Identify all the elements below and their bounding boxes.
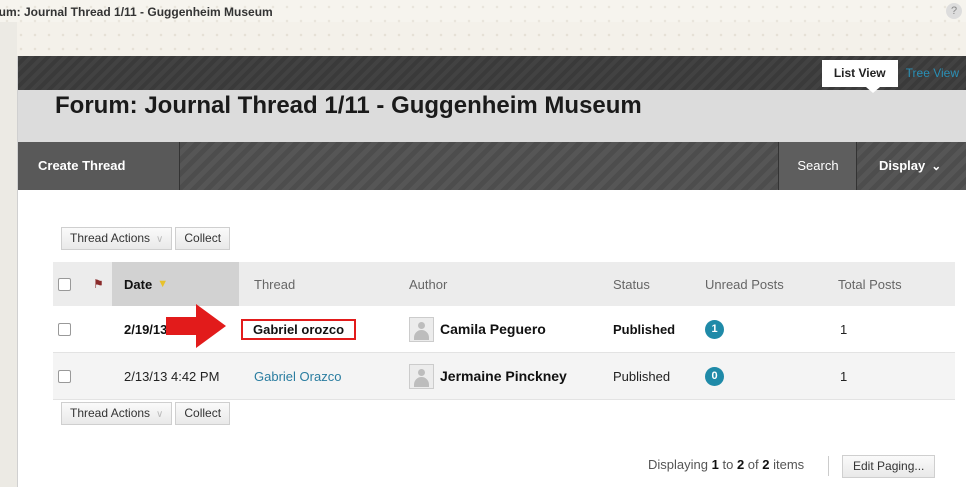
collect-button[interactable]: Collect xyxy=(175,227,231,250)
unread-badge[interactable]: 1 xyxy=(705,319,724,339)
paging-from: 1 xyxy=(711,457,719,472)
row-thread: Gabriel orozco xyxy=(241,306,357,352)
paging-summary: Displaying 1 to 2 of 2 items xyxy=(648,457,804,472)
help-icon[interactable]: ? xyxy=(946,3,962,19)
thread-actions-label: Thread Actions xyxy=(70,406,151,420)
action-toolbar: Create Thread Search Display ⌄ xyxy=(18,142,966,190)
thread-column-header[interactable]: Thread xyxy=(254,262,295,306)
flag-icon[interactable]: ⚑ xyxy=(93,277,104,291)
window-title-bar: rum: Journal Thread 1/11 - Guggenheim Mu… xyxy=(0,0,966,22)
unread-badge[interactable]: 0 xyxy=(705,366,724,386)
edit-paging-button[interactable]: Edit Paging... xyxy=(842,455,936,478)
row-author: Camila Peguero xyxy=(409,306,546,352)
header-band: List View Tree View xyxy=(18,56,966,93)
date-column-header[interactable]: Date ▼ xyxy=(112,262,239,306)
display-menu-button[interactable]: Display ⌄ xyxy=(856,142,966,190)
paging-total: 2 xyxy=(762,457,770,472)
row-unread: 0 xyxy=(705,353,724,399)
tab-tree-view[interactable]: Tree View xyxy=(898,60,966,87)
row-status: Published xyxy=(613,306,675,352)
row-date: 2/13/13 4:42 PM xyxy=(124,353,219,399)
row-total: 1 xyxy=(840,321,848,337)
row-checkbox-cell xyxy=(58,306,71,352)
paging-items-word: items xyxy=(773,457,805,472)
author-column-header[interactable]: Author xyxy=(409,262,447,306)
avatar xyxy=(409,316,434,342)
red-arrow-annotation xyxy=(166,304,226,348)
search-button[interactable]: Search xyxy=(778,142,857,190)
thread-actions-button[interactable]: Thread Actions ∨ xyxy=(61,227,173,250)
thread-link[interactable]: Gabriel orozco xyxy=(241,318,357,340)
grid-header: ⚑ Date ▼ Thread Author Status Unread Pos… xyxy=(53,262,955,306)
create-thread-button[interactable]: Create Thread xyxy=(18,142,180,190)
paging-prefix: Displaying xyxy=(648,457,708,472)
header-checkbox-cell xyxy=(58,262,71,306)
row-author: Jermaine Pinckney xyxy=(409,353,567,399)
table-row[interactable]: 2/13/13 4:42 PM Gabriel Orazco Jermaine … xyxy=(53,353,955,400)
row-checkbox[interactable] xyxy=(58,369,71,383)
display-label: Display xyxy=(879,158,926,173)
view-tabs: List View Tree View xyxy=(821,60,966,93)
row-unread: 1 xyxy=(705,306,724,352)
select-all-checkbox[interactable] xyxy=(58,277,71,291)
thread-link[interactable]: Gabriel Orazco xyxy=(254,369,341,384)
total-column-header[interactable]: Total Posts xyxy=(838,262,902,306)
chevron-down-icon: ⌄ xyxy=(931,159,942,173)
window-title: rum: Journal Thread 1/11 - Guggenheim Mu… xyxy=(0,5,273,19)
forum-header: List View Tree View Forum: Journal Threa… xyxy=(18,56,966,142)
date-text: 2/13/13 4:42 PM xyxy=(124,368,220,384)
author-name[interactable]: Camila Peguero xyxy=(440,321,546,337)
unread-column-header[interactable]: Unread Posts xyxy=(705,262,784,306)
left-scroll-strip xyxy=(0,22,17,487)
status-text: Published xyxy=(613,368,671,384)
row-status: Published xyxy=(613,353,670,399)
paging-of-word: of xyxy=(747,457,759,472)
sort-down-icon: ▼ xyxy=(157,278,169,290)
thread-actions-label: Thread Actions xyxy=(70,231,151,245)
double-chevron-icon: ∨ xyxy=(156,409,164,420)
status-text: Published xyxy=(613,321,676,337)
collect-button[interactable]: Collect xyxy=(175,402,231,425)
page-title: Forum: Journal Thread 1/11 - Guggenheim … xyxy=(55,92,642,119)
tab-list-view[interactable]: List View xyxy=(821,60,898,93)
paging-to-word: to xyxy=(722,457,734,472)
row-checkbox[interactable] xyxy=(58,322,71,336)
author-name[interactable]: Jermaine Pinckney xyxy=(440,368,567,384)
divider xyxy=(828,456,829,476)
top-action-buttons: Thread Actions ∨ Collect xyxy=(61,227,233,250)
double-chevron-icon: ∨ xyxy=(156,234,164,245)
bottom-action-buttons: Thread Actions ∨ Collect xyxy=(61,402,233,425)
row-thread: Gabriel Orazco xyxy=(254,353,341,399)
flag-header-cell: ⚑ xyxy=(93,262,104,306)
date-header-label: Date xyxy=(124,276,153,292)
thread-actions-button[interactable]: Thread Actions ∨ xyxy=(61,402,173,425)
row-checkbox-cell xyxy=(58,353,71,399)
row-total: 1 xyxy=(840,368,848,384)
avatar xyxy=(409,363,434,389)
status-column-header[interactable]: Status xyxy=(613,262,650,306)
paging-to: 2 xyxy=(736,457,745,472)
